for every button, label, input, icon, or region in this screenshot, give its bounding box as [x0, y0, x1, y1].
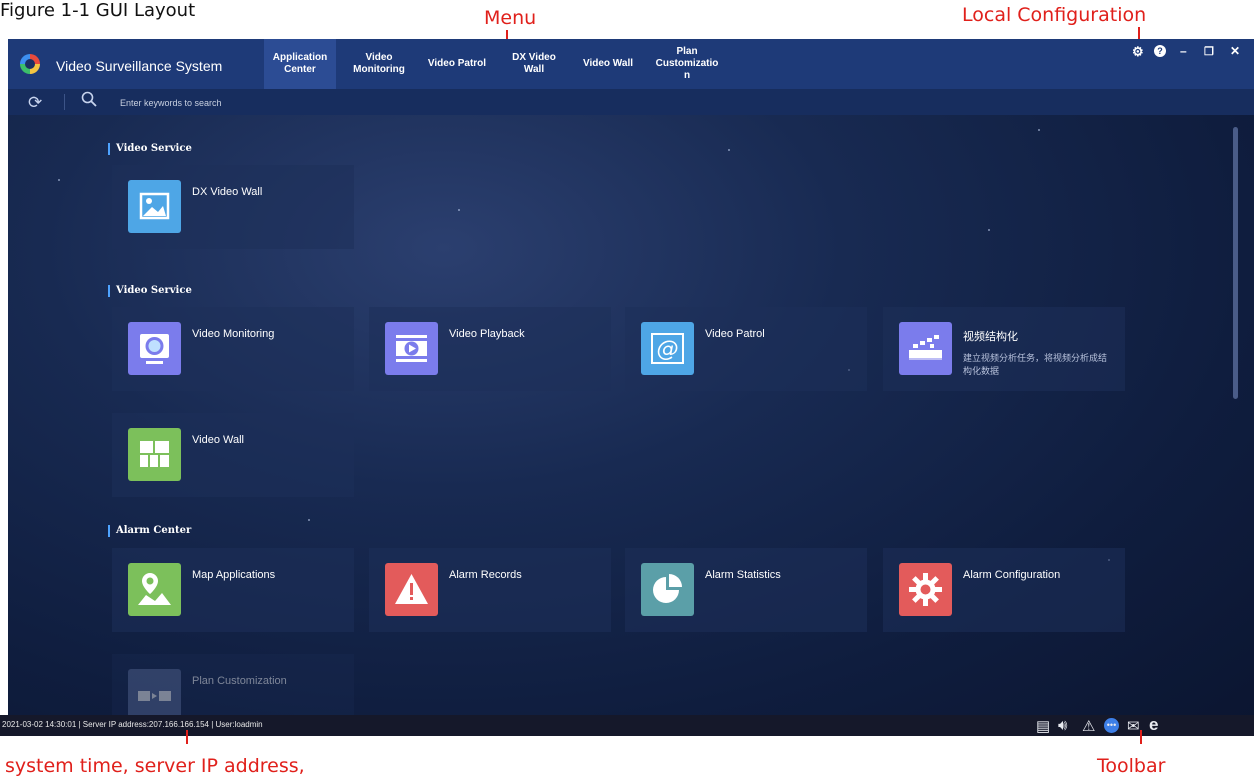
card-name: Plan Customization	[192, 675, 287, 687]
star	[458, 209, 460, 211]
menu-video-patrol[interactable]: Video Patrol	[419, 39, 495, 89]
menu-label: Video Wall	[582, 58, 633, 69]
picture-icon	[128, 180, 181, 233]
card-map-applications[interactable]: Map Applications	[112, 548, 354, 632]
menu-annotation: Menu	[484, 7, 537, 29]
warning-icon	[385, 563, 438, 616]
card-alarm-statistics[interactable]: Alarm Statistics	[625, 548, 867, 632]
mail-icon[interactable]: ✉	[1127, 717, 1140, 735]
status-text: 2021-03-02 14:30:01 | Server IP address:…	[2, 720, 263, 729]
status-bar: 2021-03-02 14:30:01 | Server IP address:…	[0, 715, 1254, 736]
section-title-alarm-center: Alarm Center	[108, 525, 191, 537]
app-logo	[20, 54, 40, 74]
card-name: DX Video Wall	[192, 186, 263, 198]
star	[728, 149, 730, 151]
card-name: Map Applications	[192, 569, 276, 581]
app-title: Video Surveillance System	[56, 58, 223, 74]
camera-icon	[128, 322, 181, 375]
card-video-playback[interactable]: Video Playback	[369, 307, 611, 391]
card-name: Alarm Statistics	[705, 569, 781, 581]
title-bar: Video Surveillance System Application Ce…	[8, 39, 1254, 89]
map-icon	[128, 563, 181, 616]
card-name: Video Patrol	[705, 328, 765, 340]
minimize-icon[interactable]: –	[1180, 44, 1187, 58]
chat-icon[interactable]: •••	[1104, 718, 1119, 733]
gear-icon[interactable]: ⚙	[1132, 44, 1144, 60]
at-icon: @	[641, 322, 694, 375]
browser-icon[interactable]: e	[1149, 715, 1158, 735]
system-info-annotation: system time, server IP address,	[5, 755, 305, 777]
card-name: Video Playback	[449, 328, 525, 340]
menu-video-wall[interactable]: Video Wall	[574, 39, 642, 89]
card-name: Alarm Configuration	[963, 569, 1061, 581]
menu-application-center[interactable]: Application Center	[264, 39, 336, 89]
alarm-icon[interactable]: ⚠	[1082, 717, 1095, 735]
menu-label: Application Center	[272, 52, 328, 75]
star	[988, 229, 990, 231]
close-icon[interactable]: ✕	[1230, 44, 1240, 58]
card-description: 建立视频分析任务，将视频分析成结构化数据	[963, 353, 1108, 376]
restore-icon[interactable]: ❐	[1204, 45, 1214, 58]
card-video-structuring[interactable]: 视频结构化 建立视频分析任务，将视频分析成结构化数据	[883, 307, 1125, 391]
card-alarm-configuration[interactable]: Alarm Configuration	[883, 548, 1125, 632]
volume-icon[interactable]: 🔊︎	[1058, 717, 1067, 734]
search-separator	[64, 94, 65, 110]
search-icon[interactable]	[81, 91, 97, 112]
notes-icon[interactable]: ▤	[1036, 717, 1050, 735]
section-title-video-service: Video Service	[108, 143, 192, 155]
structure-icon	[899, 322, 952, 375]
local-configuration-annotation: Local Configuration	[962, 4, 1147, 26]
card-name: Alarm Records	[449, 569, 522, 581]
figure-caption: Figure 1-1 GUI Layout	[0, 0, 196, 21]
pie-icon	[641, 563, 694, 616]
card-name: Video Monitoring	[192, 328, 275, 340]
menu-label: DX Video Wall	[512, 52, 556, 75]
application-window: Video Surveillance System Application Ce…	[8, 39, 1254, 736]
star	[308, 519, 310, 521]
star	[58, 179, 60, 181]
grid-icon	[128, 428, 181, 481]
card-alarm-records[interactable]: Alarm Records	[369, 548, 611, 632]
card-dx-video-wall[interactable]: DX Video Wall	[112, 165, 354, 249]
menu-video-monitoring[interactable]: Video Monitoring	[344, 39, 414, 89]
menu-label: Video Patrol	[427, 58, 487, 69]
card-name: 视频结构化	[963, 331, 1018, 343]
svg-text:@: @	[657, 337, 679, 362]
section-title-video-service-2: Video Service	[108, 285, 192, 297]
search-bar: ⟳	[8, 89, 1254, 115]
toolbar-annotation: Toolbar	[1097, 755, 1166, 777]
menu-dx-video-wall[interactable]: DX Video Wall	[500, 39, 568, 89]
menu-label: Video Monitoring	[353, 52, 405, 75]
play-icon	[385, 322, 438, 375]
star	[1038, 129, 1040, 131]
toolbar-annotation-line	[1140, 730, 1142, 744]
card-video-monitoring[interactable]: Video Monitoring	[112, 307, 354, 391]
help-icon[interactable]: ?	[1154, 45, 1166, 57]
gear-icon	[899, 563, 952, 616]
refresh-icon[interactable]: ⟳	[28, 93, 42, 113]
scrollbar[interactable]	[1233, 127, 1238, 399]
system-info-annotation-line	[186, 730, 188, 744]
card-video-wall[interactable]: Video Wall	[112, 413, 354, 497]
menu-plan-customization[interactable]: Plan Customizatio n	[650, 39, 724, 89]
card-name: Video Wall	[192, 434, 244, 446]
menu-label: Plan Customizatio n	[655, 46, 719, 81]
card-video-patrol[interactable]: @ Video Patrol	[625, 307, 867, 391]
search-input[interactable]	[118, 94, 422, 112]
